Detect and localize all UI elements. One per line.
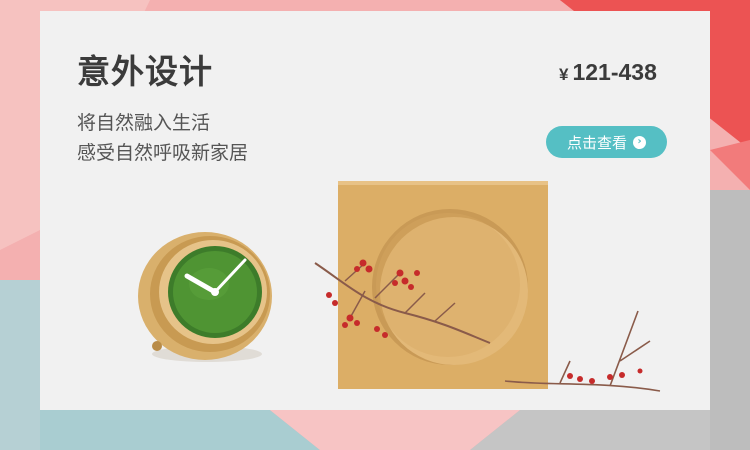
chevron-right-icon: ›	[633, 135, 646, 149]
price-range: 121-438	[572, 59, 657, 85]
page-title: 意外设计	[77, 52, 213, 91]
view-details-button[interactable]: 点击查看 ›	[546, 126, 667, 158]
berry-branch-image	[314, 259, 491, 344]
view-details-label: 点击查看	[566, 133, 627, 152]
subtitle-line-1: 将自然融入生活	[77, 112, 211, 134]
price-label: ¥121-438	[559, 59, 657, 86]
berry-twig-image	[504, 310, 661, 392]
moss-clock-image	[138, 232, 272, 362]
promo-card[interactable]: 意外设计 ¥121-438 将自然融入生活 感受自然呼吸新家居 点击查看 ›	[40, 11, 710, 410]
currency-symbol: ¥	[559, 65, 569, 84]
subtitle-line-2: 感受自然呼吸新家居	[77, 142, 249, 164]
